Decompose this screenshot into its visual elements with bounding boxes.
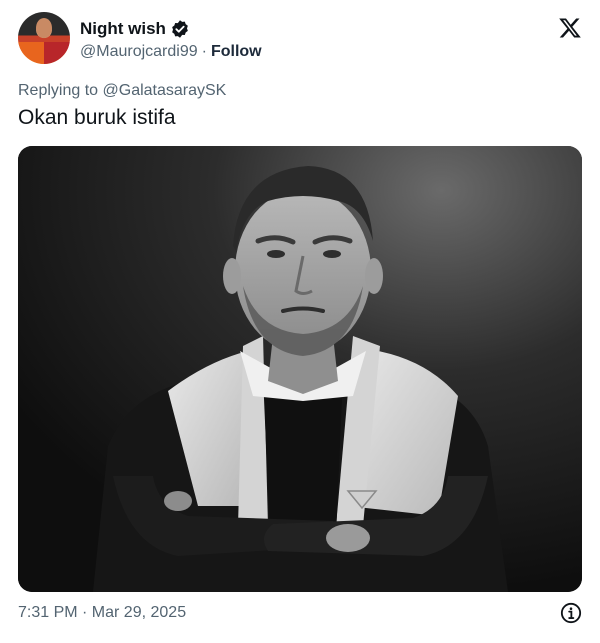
x-logo-icon[interactable] bbox=[558, 16, 582, 40]
separator-dot: · bbox=[201, 43, 207, 60]
author-name-row: Night wish bbox=[80, 18, 190, 40]
tweet-card: Night wish @Maurojcardi99 · Follow Reply… bbox=[0, 0, 600, 643]
verified-badge-icon bbox=[170, 19, 190, 39]
tweet-footer: 7:31 PM · Mar 29, 2025 bbox=[18, 602, 584, 626]
info-icon[interactable] bbox=[560, 602, 582, 624]
author-handle[interactable]: @Maurojcardi99 bbox=[80, 43, 198, 61]
tweet-header: Night wish @Maurojcardi99 · Follow bbox=[18, 12, 584, 68]
avatar-face bbox=[36, 18, 52, 38]
tweet-photo[interactable] bbox=[18, 146, 582, 592]
replying-to-line: Replying to @GalatasaraySK bbox=[18, 82, 226, 100]
author-avatar[interactable] bbox=[18, 12, 70, 64]
replying-to-prefix: Replying to bbox=[18, 82, 99, 99]
photo-man-portrait bbox=[18, 146, 582, 592]
avatar-jersey bbox=[18, 42, 70, 64]
author-handle-row: @Maurojcardi99 · Follow bbox=[80, 42, 262, 62]
follow-button[interactable]: Follow bbox=[211, 43, 262, 61]
tweet-timestamp[interactable]: 7:31 PM · Mar 29, 2025 bbox=[18, 604, 186, 622]
tweet-text: Okan buruk istifa bbox=[18, 106, 176, 129]
author-display-name[interactable]: Night wish bbox=[80, 19, 166, 39]
replying-to-mention[interactable]: @GalatasaraySK bbox=[103, 82, 227, 99]
